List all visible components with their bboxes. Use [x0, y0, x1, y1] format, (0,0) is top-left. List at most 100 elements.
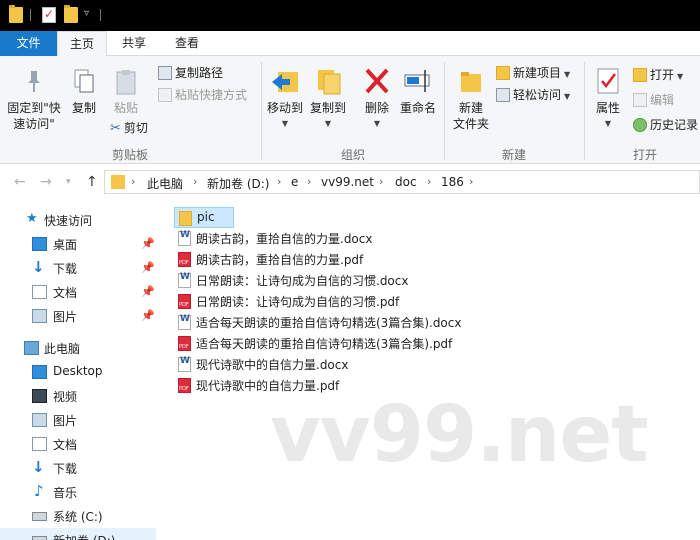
easy-access-button[interactable]: 轻松访问 ▼ [496, 87, 570, 105]
chevron-right-icon[interactable]: › [277, 175, 281, 188]
copy-icon [74, 69, 94, 93]
forward-arrow-icon[interactable]: → [40, 174, 52, 190]
up-arrow-icon[interactable]: ↑ [86, 174, 98, 190]
pdf-icon [178, 336, 191, 351]
pin-icon[interactable]: 📌 [141, 285, 155, 298]
documents-icon [32, 437, 47, 451]
properties-label: 属性 [595, 101, 620, 115]
new-folder-icon[interactable] [64, 5, 78, 23]
file-item[interactable]: 朗读古韵，重拾自信的力量.pdf [174, 249, 494, 270]
chevron-right-icon[interactable]: › [193, 175, 197, 188]
pdf-icon [178, 378, 191, 393]
open-icon [633, 68, 647, 82]
group-separator [584, 62, 585, 160]
pin-icon[interactable]: 📌 [141, 237, 155, 250]
rename-icon [404, 70, 430, 92]
drive-icon [32, 512, 47, 521]
nav-pc-music[interactable]: ♪ 音乐 [0, 480, 156, 504]
cut-button[interactable]: ✂ 剪切 [110, 120, 148, 137]
title-bar: ▿ [0, 0, 700, 31]
copy-path-button[interactable]: 复制路径 [158, 65, 223, 81]
edit-button[interactable]: 编辑 [633, 92, 674, 108]
nav-downloads[interactable]: ↓ 下载 📌 [0, 256, 156, 280]
file-item[interactable]: 日常朗读：让诗句成为自信的习惯.pdf [174, 291, 494, 312]
nav-drive-c[interactable]: 系统 (C:) [0, 504, 156, 528]
breadcrumb-186[interactable]: 186 [441, 175, 464, 189]
address-bar[interactable]: › 此电脑 › 新加卷 (D:) › e › vv99.net › doc › … [104, 170, 700, 194]
paste-button[interactable]: 粘贴 [108, 68, 144, 116]
desktop-icon [32, 365, 47, 379]
recent-locations-icon[interactable]: ▾ [66, 177, 71, 187]
open-button[interactable]: 打开 ▼ [633, 67, 683, 85]
chevron-right-icon[interactable]: › [379, 175, 383, 188]
nav-pc-downloads[interactable]: ↓ 下载 [0, 456, 156, 480]
properties-button[interactable]: 属性 ▼ [590, 66, 626, 132]
nav-desktop[interactable]: 桌面 📌 [0, 232, 156, 256]
back-arrow-icon[interactable]: ← [14, 174, 26, 190]
copy-button[interactable]: 复制 [68, 68, 100, 116]
nav-pc-desktop[interactable]: Desktop [0, 360, 156, 384]
breadcrumb-doc[interactable]: doc [395, 175, 417, 189]
separator [30, 9, 31, 21]
file-name: 朗读古韵，重拾自信的力量.pdf [196, 253, 364, 267]
rename-button[interactable]: 重命名 [397, 66, 439, 116]
copy-to-button[interactable]: 复制到 ▼ [307, 66, 349, 132]
nav-documents[interactable]: 文档 📌 [0, 280, 156, 304]
breadcrumb-vv99[interactable]: vv99.net [321, 175, 374, 189]
nav-this-pc[interactable]: 此电脑 [0, 336, 156, 360]
nav-pictures[interactable]: 图片 📌 [0, 304, 156, 328]
nav-pc-pictures-label: 图片 [53, 414, 78, 428]
new-item-button[interactable]: 新建项目 ▼ [496, 65, 570, 83]
tab-home[interactable]: 主页 [57, 31, 107, 57]
paste-shortcut-label: 粘贴快捷方式 [175, 88, 248, 102]
chevron-right-icon[interactable]: › [427, 175, 431, 188]
move-to-button[interactable]: 移动到 ▼ [264, 66, 306, 132]
file-item[interactable]: 适合每天朗读的重拾自信诗句精选(3篇合集).docx [174, 312, 504, 333]
breadcrumb-this-pc[interactable]: 此电脑 [147, 175, 183, 192]
breadcrumb-drive-d[interactable]: 新加卷 (D:) [207, 175, 269, 192]
group-new: 新建 [501, 148, 526, 162]
nav-pc-pictures[interactable]: 图片 [0, 408, 156, 432]
file-item[interactable]: 适合每天朗读的重拾自信诗句精选(3篇合集).pdf [174, 333, 504, 354]
move-to-label: 移动到 [266, 101, 303, 115]
group-open: 打开 [632, 148, 657, 162]
properties-check-icon [597, 68, 619, 94]
nav-pc-documents[interactable]: 文档 [0, 432, 156, 456]
pin-icon[interactable]: 📌 [141, 309, 155, 322]
properties-check-icon[interactable] [42, 7, 56, 23]
nav-pictures-label: 图片 [53, 310, 78, 324]
paste-icon [116, 70, 136, 95]
delete-button[interactable]: 删除 ▼ [360, 66, 394, 132]
file-item[interactable]: 朗读古韵，重拾自信的力量.docx [174, 228, 494, 249]
folder-icon [179, 211, 192, 226]
pin-icon[interactable]: 📌 [141, 261, 155, 274]
file-item[interactable]: 现代诗歌中的自信力量.docx [174, 354, 494, 375]
new-folder-button[interactable]: 新建 文件夹 [450, 68, 492, 132]
easy-access-label: 轻松访问 [513, 88, 562, 102]
word-doc-icon [178, 272, 191, 288]
pin-quick-access-button[interactable]: 固定到"快 速访问" [4, 68, 64, 132]
chevron-right-icon[interactable]: › [307, 175, 311, 188]
nav-pc-desktop-label: Desktop [53, 364, 103, 378]
paste-shortcut-button[interactable]: 粘贴快捷方式 [158, 87, 247, 103]
word-doc-icon [178, 230, 191, 246]
folder-item-pic[interactable]: pic [174, 207, 234, 228]
nav-drive-d[interactable]: 新加卷 (D:) [0, 528, 156, 540]
chevron-right-icon[interactable]: › [469, 175, 473, 188]
file-item[interactable]: 日常朗读：让诗句成为自信的习惯.docx [174, 270, 494, 291]
folder-icon [9, 5, 23, 23]
nav-desktop-label: 桌面 [53, 238, 78, 252]
tab-share[interactable]: 共享 [110, 31, 158, 57]
nav-pc-videos[interactable]: 视频 [0, 384, 156, 408]
tab-view[interactable]: 查看 [163, 31, 211, 57]
breadcrumb-e[interactable]: e [291, 175, 298, 189]
group-separator [444, 62, 445, 160]
easy-access-icon [496, 88, 510, 102]
dropdown-arrow-icon[interactable]: ▿ [84, 8, 89, 19]
separator [100, 9, 101, 21]
tab-file[interactable]: 文件 [0, 31, 57, 56]
nav-quick-access[interactable]: ★ 快速访问 [0, 208, 156, 232]
copy-to-icon [318, 70, 341, 95]
history-button[interactable]: 历史记录 [633, 117, 698, 133]
chevron-right-icon[interactable]: › [131, 175, 135, 188]
